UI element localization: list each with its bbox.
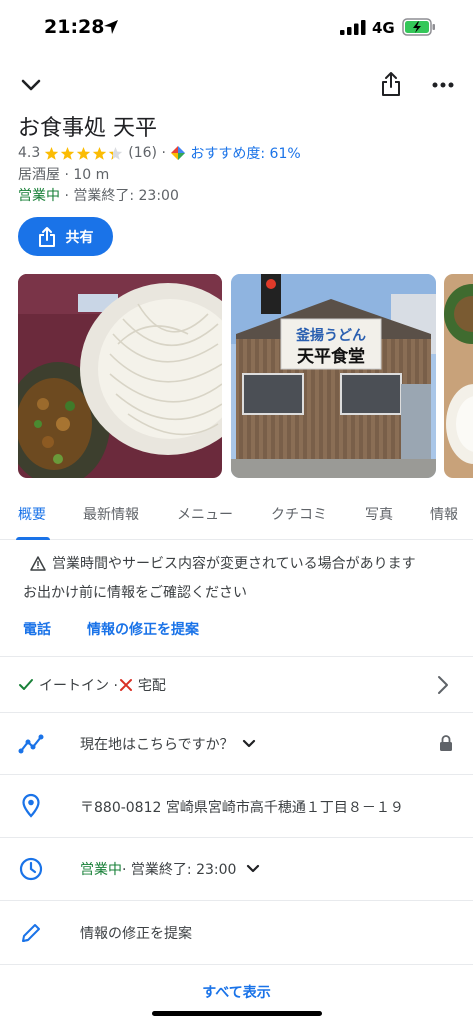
suggest-edit-row[interactable]: 情報の修正を提案 — [0, 900, 473, 964]
share-icon — [38, 226, 55, 247]
chevron-down-icon — [21, 79, 41, 91]
share-label: 共有 — [65, 229, 94, 246]
signal-icon — [340, 20, 366, 35]
rating-row[interactable]: 4.3 (16) · おすすめ度: 61% — [18, 143, 301, 163]
tab-info[interactable]: 情報 — [430, 504, 458, 524]
warning-triangle-icon — [30, 555, 46, 571]
lock-icon — [440, 735, 452, 751]
tab-updates[interactable]: 最新情報 — [83, 504, 139, 524]
category-distance: 居酒屋 · 10 m — [18, 167, 110, 183]
recommend-score[interactable]: おすすめ度: 61% — [170, 143, 301, 163]
suggest-edit-link[interactable]: 情報の修正を提案 — [87, 619, 199, 639]
hours-text[interactable]: 営業中 · 営業終了: 23:00 — [80, 859, 260, 879]
hours-summary: 営業中 · 営業終了: 23:00 — [18, 185, 179, 205]
call-link[interactable]: 電話 — [23, 619, 51, 639]
chevron-down-icon — [247, 864, 260, 873]
hours-row[interactable]: 営業中 · 営業終了: 23:00 — [0, 837, 473, 900]
warning-text: 営業時間やサービス内容が変更されている場合があります — [52, 556, 416, 572]
star-icon — [109, 146, 123, 160]
share-icon — [382, 72, 400, 96]
tab-menu[interactable]: メニュー — [177, 504, 233, 524]
network-type: 4G — [372, 19, 395, 37]
more-options-button[interactable] — [428, 70, 458, 100]
close-time: · 営業終了: 23:00 — [60, 188, 179, 204]
status-time: 21:28 — [44, 16, 105, 38]
battery-charging-icon — [402, 18, 435, 36]
share-top-button[interactable] — [376, 68, 406, 100]
tab-photos[interactable]: 写真 — [365, 504, 393, 524]
photo-carousel[interactable]: 釜揚うどん 天平食堂 — [18, 274, 473, 478]
photo-storefront[interactable]: 釜揚うどん 天平食堂 — [231, 274, 436, 478]
show-all-link[interactable]: すべて表示 — [0, 982, 473, 1002]
active-tab-indicator — [16, 537, 50, 540]
open-status: 営業中 — [18, 188, 60, 204]
warning-line2: お出かけ前に情報をご確認ください — [23, 585, 247, 601]
rating-stars — [44, 146, 124, 161]
location-prompt-label: 現在地はこちらですか？ — [80, 737, 234, 753]
food-photo-image — [444, 274, 473, 478]
udon-photo-image — [18, 274, 222, 478]
star-icon — [77, 146, 91, 160]
divider — [0, 964, 473, 965]
address-row[interactable]: 〒880-0812 宮崎県宮崎市高千穂通１丁目８－１９ — [0, 774, 473, 837]
cross-icon — [119, 679, 132, 691]
tab-reviews[interactable]: クチコミ — [271, 504, 327, 524]
photo-partial[interactable] — [444, 274, 473, 478]
status-bar: 21:28 4G — [0, 0, 473, 56]
pencil-icon — [18, 920, 44, 946]
location-prompt-row[interactable]: 現在地はこちらですか？ — [0, 712, 473, 774]
location-pin-icon — [18, 793, 44, 819]
star-icon — [93, 146, 107, 160]
sign-text-line1: 釜揚うどん — [295, 327, 366, 344]
rating-value: 4.3 — [18, 145, 41, 161]
hours-open-status: 営業中 — [80, 862, 122, 878]
location-prompt-text[interactable]: 現在地はこちらですか？ — [80, 734, 256, 754]
route-icon — [18, 731, 44, 757]
more-horizontal-icon — [432, 82, 454, 88]
warning-line1: 営業時間やサービス内容が変更されている場合があります — [30, 553, 416, 573]
tab-bar: 概要 最新情報 メニュー クチコミ 写真 情報 — [0, 492, 473, 540]
recommend-label: おすすめ度: 61% — [190, 146, 301, 162]
services-row[interactable]: イートイン · 宅配 — [0, 656, 473, 712]
chevron-right-icon — [438, 676, 448, 694]
services-text: イートイン · 宅配 — [18, 675, 166, 695]
google-diamond-icon — [171, 146, 186, 160]
tab-overview[interactable]: 概要 — [18, 504, 46, 524]
location-arrow-icon — [104, 20, 118, 34]
star-icon — [45, 146, 59, 160]
sign-text-line2: 天平食堂 — [297, 346, 365, 367]
photo-udon[interactable] — [18, 274, 222, 478]
chevron-down-icon — [242, 739, 255, 748]
storefront-photo-image: 釜揚うどん 天平食堂 — [231, 274, 436, 478]
place-title: お食事処 天平 — [18, 116, 157, 141]
collapse-button[interactable] — [16, 70, 46, 100]
hours-close-time: · 営業終了: 23:00 — [122, 862, 237, 878]
suggest-edit-text[interactable]: 情報の修正を提案 — [80, 923, 192, 943]
eat-in-label: イートイン · — [39, 678, 118, 694]
review-count: (16) — [128, 145, 158, 161]
top-actions-bar — [0, 66, 473, 102]
check-icon — [19, 679, 33, 690]
address-text[interactable]: 〒880-0812 宮崎県宮崎市高千穂通１丁目８－１９ — [80, 797, 404, 817]
home-indicator — [152, 1011, 322, 1016]
star-icon — [61, 146, 75, 160]
clock-icon — [18, 856, 44, 882]
share-button[interactable]: 共有 — [18, 217, 113, 256]
delivery-label: 宅配 — [137, 678, 166, 694]
